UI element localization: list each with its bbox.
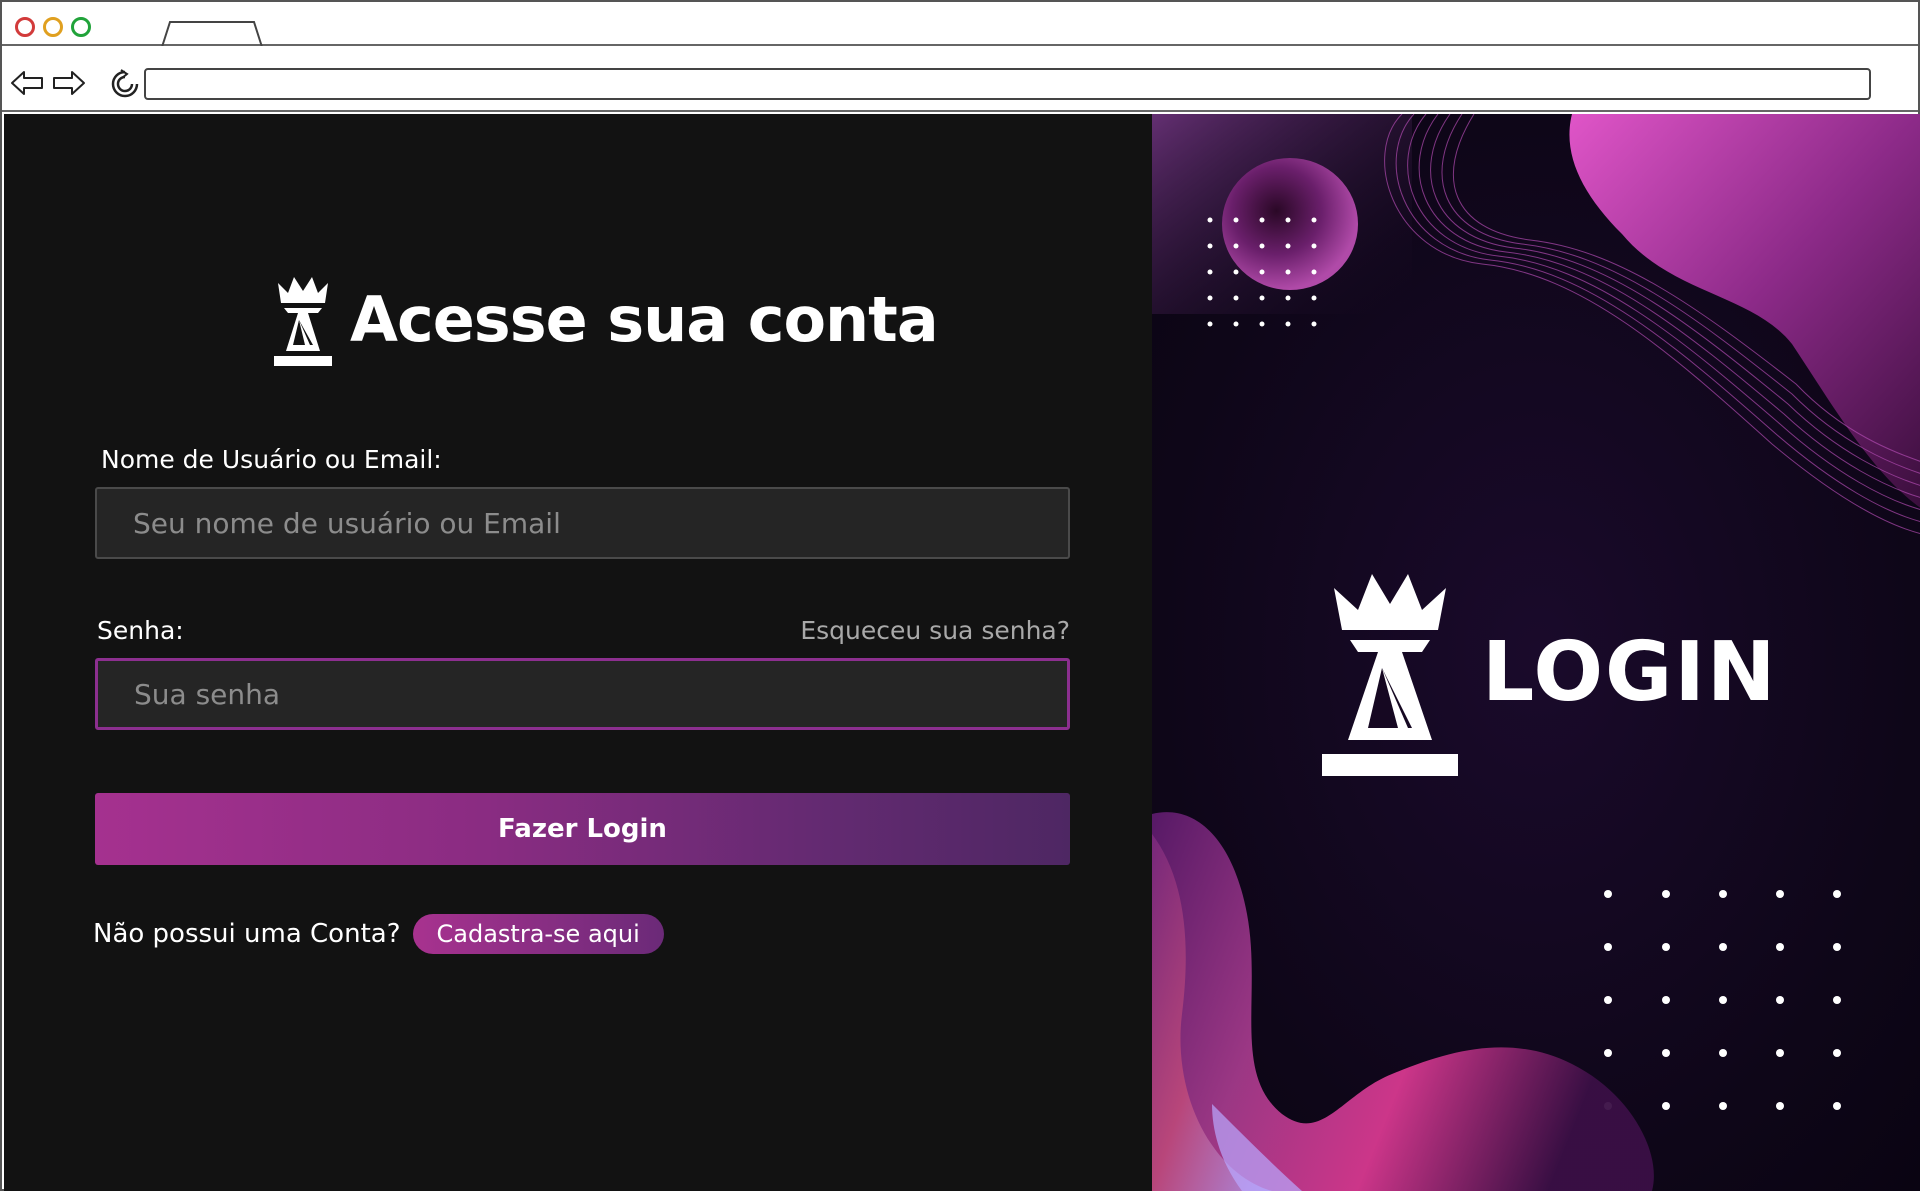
hero-brand: LOGIN: [1320, 564, 1777, 780]
no-account-text: Não possui uma Conta?: [93, 919, 401, 949]
password-input[interactable]: [95, 658, 1070, 730]
login-button[interactable]: Fazer Login: [95, 793, 1070, 865]
reload-icon[interactable]: [109, 68, 141, 100]
title-bar: [2, 2, 1918, 48]
browser-window: Acesse sua conta Nome de Usuário ou Emai…: [0, 0, 1920, 1191]
forgot-password-link[interactable]: Esqueceu sua senha?: [800, 616, 1070, 645]
minimize-window-button[interactable]: [43, 17, 63, 37]
address-bar[interactable]: [144, 68, 1871, 100]
page-viewport: Acesse sua conta Nome de Usuário ou Emai…: [4, 114, 1920, 1191]
hero-title: LOGIN: [1482, 624, 1778, 720]
navigation-bar: [2, 46, 1918, 112]
username-input[interactable]: [95, 487, 1070, 559]
forward-arrow-icon[interactable]: [52, 68, 86, 98]
chess-queen-logo-icon: [1322, 574, 1458, 776]
browser-tab[interactable]: [160, 20, 264, 48]
page-title: Acesse sua conta: [350, 283, 939, 356]
chess-queen-icon: [274, 277, 332, 366]
signup-row: Não possui uma Conta? Cadastra-se aqui: [93, 913, 664, 955]
page-header: Acesse sua conta: [272, 270, 939, 370]
username-label: Nome de Usuário ou Email:: [101, 445, 442, 474]
maximize-window-button[interactable]: [71, 17, 91, 37]
close-window-button[interactable]: [15, 17, 35, 37]
signup-button[interactable]: Cadastra-se aqui: [412, 914, 664, 954]
back-arrow-icon[interactable]: [10, 68, 44, 98]
hero-panel: LOGIN: [1152, 114, 1920, 1191]
login-panel: Acesse sua conta Nome de Usuário ou Emai…: [4, 114, 1152, 1191]
password-label: Senha:: [97, 616, 184, 645]
